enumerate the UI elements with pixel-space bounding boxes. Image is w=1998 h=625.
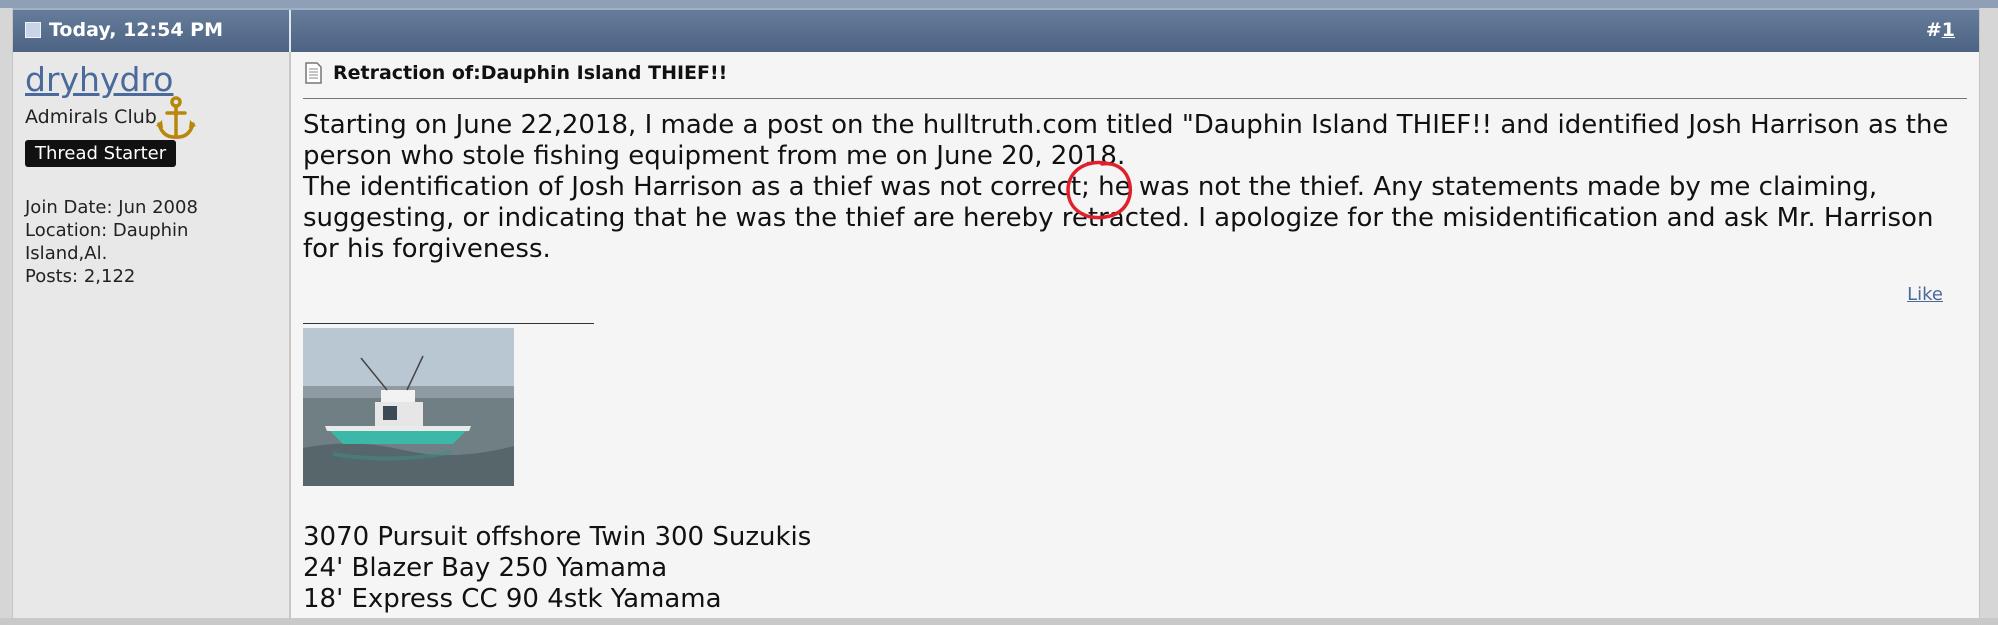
signature-line-1: 3070 Pursuit offshore Twin 300 Suzukis (303, 522, 812, 552)
post-number-link[interactable]: #1 (1926, 19, 1955, 41)
forum-post: Today, 12:54 PM #1 dryhydro Admirals Clu… (12, 8, 1980, 625)
signature-line-3: 18' Express CC 90 4stk Yamama (303, 584, 722, 614)
anchor-icon (156, 96, 196, 139)
post-page-icon (305, 62, 322, 84)
post-content: Retraction of:Dauphin Island THIEF!! Sta… (303, 52, 1967, 625)
post-hash: # (1925, 19, 1942, 41)
top-border (0, 0, 1998, 8)
post-date: Today, 12:54 PM (25, 19, 223, 41)
signature-text: 3070 Pursuit offshore Twin 300 Suzukis 2… (303, 522, 811, 615)
location-line1: Location: Dauphin (25, 220, 189, 241)
signature-line-2: 24' Blazer Bay 250 Yamama (303, 553, 668, 583)
message-paragraph-1: Starting on June 22,2018, I made a post … (303, 110, 1949, 171)
user-title: Admirals Club (25, 106, 157, 128)
user-stats: Join Date: Jun 2008 Location: Dauphin Is… (25, 196, 275, 288)
join-date: Join Date: Jun 2008 (25, 197, 198, 218)
post-message: Starting on June 22,2018, I made a post … (303, 110, 1973, 265)
username-link[interactable]: dryhydro (25, 60, 173, 99)
user-info-pane: dryhydro Admirals Club Thread Starter Jo… (13, 52, 291, 625)
like-link[interactable]: Like (1907, 284, 1943, 305)
post-count: Posts: 2,122 (25, 266, 136, 287)
post-doc-icon (25, 22, 41, 38)
post-title: Retraction of:Dauphin Island THIEF!! (333, 62, 728, 84)
post-number[interactable]: 1 (1942, 19, 1955, 41)
post-date-text: Today, 12:54 PM (49, 19, 223, 41)
header-divider (289, 10, 291, 52)
location-line2: Island,Al. (25, 243, 108, 264)
post-title-row: Retraction of:Dauphin Island THIEF!! (303, 62, 727, 84)
message-paragraph-2: The identification of Josh Harrison as a… (303, 172, 1934, 264)
thread-starter-badge: Thread Starter (25, 140, 177, 167)
post-header: Today, 12:54 PM #1 (13, 8, 1979, 52)
signature-divider (303, 323, 594, 324)
boat-photo (303, 328, 514, 486)
title-divider (303, 98, 1967, 99)
bottom-border (0, 618, 1998, 625)
